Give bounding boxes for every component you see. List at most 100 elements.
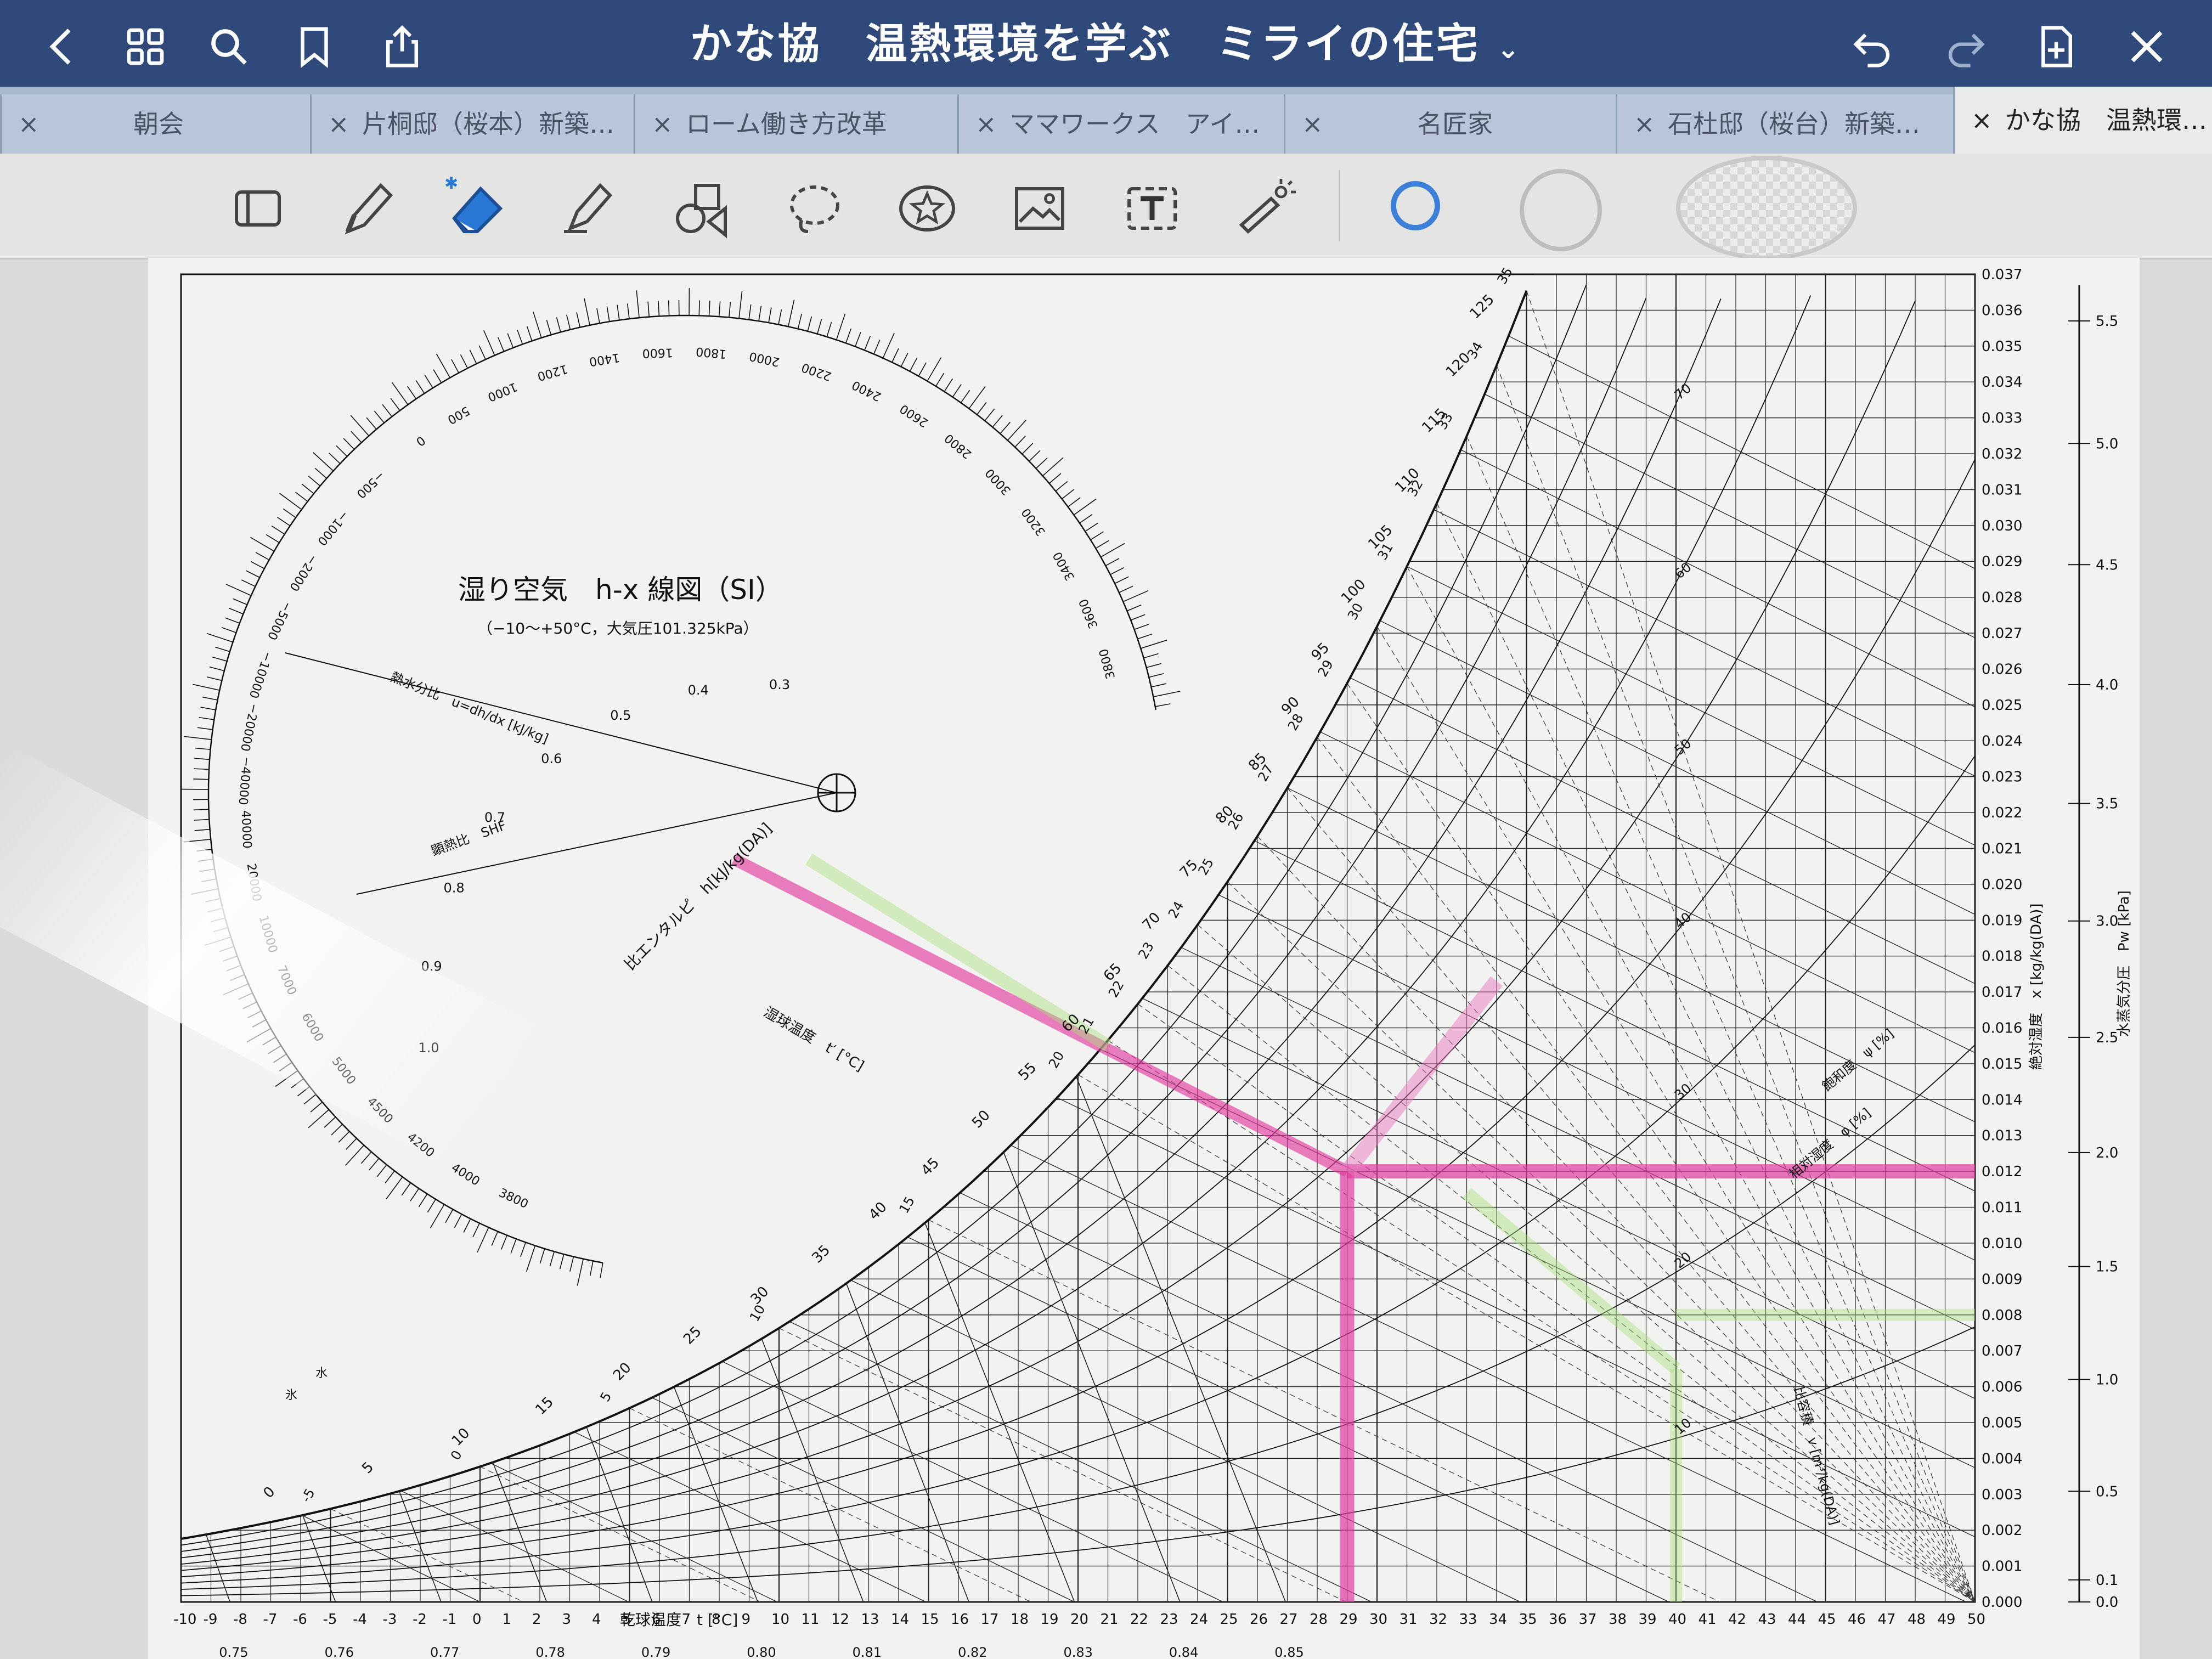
tab-close-icon[interactable]: × [18,94,40,154]
tab-kanakyo-active[interactable]: × かな協 温熱環… [1953,87,2212,154]
stroke-size-medium[interactable] [1520,169,1602,251]
protractor-tick [1090,531,1104,540]
add-page-icon[interactable] [2033,23,2080,70]
dry-bulb-tick: 12 [831,1611,849,1628]
tab-close-icon[interactable]: × [1634,94,1655,154]
highlighter-icon[interactable] [554,176,620,241]
moisture-ratio-tick: 2000 [748,349,781,369]
dry-bulb-tick: 43 [1758,1611,1776,1628]
protractor-tick [197,727,213,730]
redo-icon[interactable] [1942,23,1989,70]
abs-humidity-axis-label: 絶対湿度 x [kg/kg(DA)] [2028,904,2045,1070]
protractor-tick [1042,457,1064,476]
wet-bulb-tick: 10 [747,1302,769,1324]
dry-bulb-tick: 29 [1340,1611,1358,1628]
moisture-ratio-tick: 1200 [536,362,569,383]
protractor-tick [627,303,630,319]
humidity-tick: 0.032 [1982,446,2022,462]
humidity-tick: 0.034 [1982,374,2022,391]
moisture-ratio-tick: 3800 [496,1186,530,1211]
enthalpy-tick: 45 [918,1155,943,1180]
tab-close-icon[interactable]: × [652,94,673,154]
moisture-ratio-tick: 2400 [850,377,883,403]
document-page[interactable]: 3800 4000 4200 4500 5000 6000 7000 10000 20000 40… [148,258,2140,1659]
water-label: 水 [315,1367,328,1380]
pen-icon[interactable] [335,176,400,241]
tab-close-icon[interactable]: × [1302,94,1323,154]
eraser-icon[interactable]: ✱ [444,174,510,241]
dry-bulb-tick: 16 [951,1611,969,1628]
dry-bulb-tick: 26 [1250,1611,1268,1628]
protractor-tick [469,349,477,364]
moisture-ratio-tick: 3800 [1097,647,1119,681]
enthalpy-line [960,1192,1818,1602]
moisture-ratio-tick: 2200 [800,360,833,383]
protractor-tick [636,290,640,318]
protractor-tick [984,408,995,421]
specific-volume-line [845,1283,969,1602]
tab-asakai[interactable]: × 朝会 [0,94,310,154]
protractor-tick [314,467,327,479]
protractor-tick [183,839,211,843]
protractor-tick [268,1045,281,1054]
tab-close-icon[interactable]: × [975,94,997,154]
highlight-green-1 [805,853,1111,1052]
stroke-size-large[interactable] [1676,156,1857,260]
moisture-ratio-tick: 4200 [404,1130,437,1160]
specific-volume-line [1003,1152,1181,1602]
protractor-tick [200,707,216,710]
protractor-tick [242,1001,257,1009]
rh-tick: 40 [1672,909,1694,932]
protractor-tick [424,375,433,388]
protractor-tick [436,353,450,378]
protractor-tick [250,561,265,569]
shapes-icon[interactable] [669,176,735,241]
sticker-icon[interactable] [894,176,960,241]
protractor-tick [517,329,523,345]
image-icon[interactable] [1007,176,1073,241]
protractor-tick [343,438,355,450]
protractor-tick [433,369,442,383]
protractor-tick [960,390,970,403]
tab-meishouka[interactable]: × 名匠家 [1284,94,1616,154]
dry-bulb-tick: 14 [891,1611,909,1628]
tab-close-icon[interactable]: × [328,94,349,154]
protractor-tick [210,917,225,923]
undo-icon[interactable] [1849,23,1896,70]
rh-tick: 70 [1672,380,1694,403]
enthalpy-line [1181,947,1976,1330]
lasso-icon[interactable] [782,176,848,241]
tab-ishimori[interactable]: × 石杜邸（桜台）新築… [1616,94,1953,154]
lasso-select-icon[interactable] [225,176,291,241]
humidity-tick: 0.003 [1982,1487,2022,1503]
dry-bulb-tick: -5 [323,1611,337,1628]
protractor-tick [807,316,812,332]
dry-bulb-tick: 24 [1190,1611,1208,1628]
specific-volume-tick: 0.85 [1274,1645,1304,1659]
protractor-tick [1119,585,1133,593]
tab-rohm[interactable]: × ローム働き方改革 [634,94,957,154]
protractor-tick [194,828,210,831]
protractor-tick [533,311,542,338]
protractor-tick [1143,653,1159,659]
protractor-tick [250,537,275,552]
protractor-tick [366,417,377,430]
tab-mamaworks[interactable]: × ママワークス アイ… [957,94,1284,154]
enthalpy-tick: 35 [809,1242,834,1267]
moisture-ratio-tick: −5000 [264,599,295,642]
rh-tick: 20 [1672,1249,1694,1271]
protractor-tick [195,747,211,750]
tab-katagiri[interactable]: × 片桐邸（桜本）新築… [310,94,634,154]
close-icon[interactable] [2123,23,2170,70]
protractor-tick [855,332,861,347]
protractor-tick [391,382,409,405]
protractor-tick [935,373,945,387]
text-icon[interactable] [1119,176,1185,241]
enthalpy-line [490,1463,778,1602]
stroke-size-small[interactable] [1391,181,1440,230]
humidity-tick: 0.002 [1982,1522,2022,1539]
tab-close-icon[interactable]: × [1971,87,1993,154]
enthalpy-line [1350,677,1976,984]
moisture-ratio-tick: 40000 [239,810,254,849]
laser-pointer-icon[interactable] [1232,176,1297,241]
